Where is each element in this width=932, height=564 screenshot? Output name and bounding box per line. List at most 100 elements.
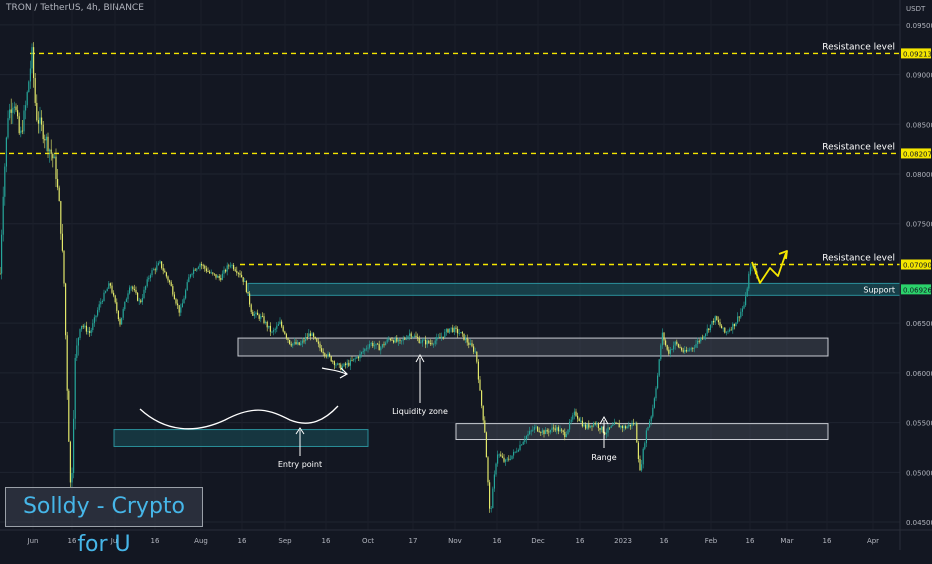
candle-body — [167, 276, 169, 281]
candle — [460, 332, 462, 334]
candle-body — [559, 429, 561, 432]
candle-body — [605, 432, 607, 435]
candle-body — [445, 329, 447, 332]
candle — [458, 328, 460, 336]
candle-body — [103, 292, 105, 301]
candle — [481, 389, 483, 409]
candle — [164, 268, 166, 273]
candle-body — [281, 321, 283, 327]
candle-body — [517, 449, 519, 452]
candle-body — [285, 334, 287, 338]
candle-body — [721, 325, 723, 329]
candle-body — [359, 353, 361, 359]
candle-body — [490, 508, 492, 509]
candle — [501, 452, 503, 459]
candle-body — [82, 325, 84, 327]
candle-body — [45, 136, 47, 141]
candle — [117, 310, 119, 322]
price-chart[interactable]: Resistance level 0.09213 Resistance level 0… — [0, 0, 932, 550]
candle-body — [567, 429, 569, 435]
candle — [60, 200, 62, 240]
candle-body — [268, 325, 270, 328]
candle-body — [212, 272, 214, 274]
candle — [122, 307, 124, 321]
candle-body — [247, 291, 249, 294]
candle — [13, 101, 15, 115]
candle — [413, 333, 415, 338]
candle — [455, 325, 457, 333]
candle-body — [153, 269, 155, 271]
candle-body — [369, 344, 371, 348]
candle — [68, 388, 70, 442]
candle-body — [641, 464, 643, 471]
candle — [175, 297, 177, 306]
candle — [721, 324, 723, 329]
candle-body — [741, 308, 743, 312]
candle — [418, 335, 420, 344]
candle — [93, 314, 95, 327]
candle-body — [525, 436, 527, 440]
candle — [44, 134, 46, 149]
candle — [17, 105, 19, 119]
candle — [245, 280, 247, 294]
candle-body — [591, 425, 593, 427]
candle — [167, 275, 169, 283]
candle-body — [409, 333, 411, 336]
candle — [647, 426, 649, 431]
candle — [185, 288, 187, 300]
candle-body — [306, 336, 308, 338]
candle-body — [289, 339, 291, 345]
candle-body — [551, 427, 553, 430]
candle-body — [682, 350, 684, 352]
candle-body — [471, 343, 473, 347]
candle-body — [425, 339, 427, 345]
candle-body — [665, 340, 667, 346]
candle-body — [157, 263, 159, 266]
resistance-label: Resistance level — [822, 42, 895, 52]
candle-body — [481, 390, 483, 406]
candle-body — [599, 428, 601, 430]
candle-body — [442, 336, 444, 338]
candle-body — [207, 271, 209, 273]
candle-body — [202, 265, 204, 267]
candle-body — [625, 426, 627, 429]
candle — [252, 309, 254, 316]
candle — [63, 250, 65, 287]
candle-body — [537, 426, 539, 432]
candle-body — [428, 340, 430, 344]
candle-body — [389, 339, 391, 340]
y-tick-label: 0.07500 — [906, 221, 932, 229]
candle-body — [250, 304, 252, 312]
candle-body — [743, 305, 745, 309]
candle — [18, 112, 20, 136]
x-tick-label: 16 — [660, 537, 669, 545]
candle-body — [319, 343, 321, 349]
candle-body — [733, 323, 735, 327]
candle-body — [109, 283, 111, 286]
candle-body — [468, 342, 470, 345]
candle-body — [485, 432, 487, 458]
candle — [639, 455, 641, 471]
x-tick-label: Apr — [867, 537, 879, 545]
candle-body — [97, 310, 99, 316]
candle-body — [31, 47, 33, 69]
candle-body — [538, 431, 540, 433]
candle — [2, 186, 4, 242]
candle — [84, 323, 86, 329]
candle — [273, 327, 275, 336]
watermark-label: Solldy - Crypto for U — [5, 487, 203, 557]
candle — [220, 274, 222, 282]
candle-body — [71, 472, 73, 483]
candle — [37, 111, 39, 134]
candle-body — [452, 327, 454, 333]
candle — [636, 421, 638, 443]
candle — [244, 278, 246, 282]
candle-body — [671, 349, 673, 351]
candle-body — [170, 282, 172, 287]
candle-body — [205, 268, 207, 272]
candle — [183, 295, 185, 304]
candle-body — [423, 339, 425, 341]
candle-body — [530, 430, 532, 432]
candle-body — [325, 355, 327, 357]
candle — [53, 153, 55, 159]
